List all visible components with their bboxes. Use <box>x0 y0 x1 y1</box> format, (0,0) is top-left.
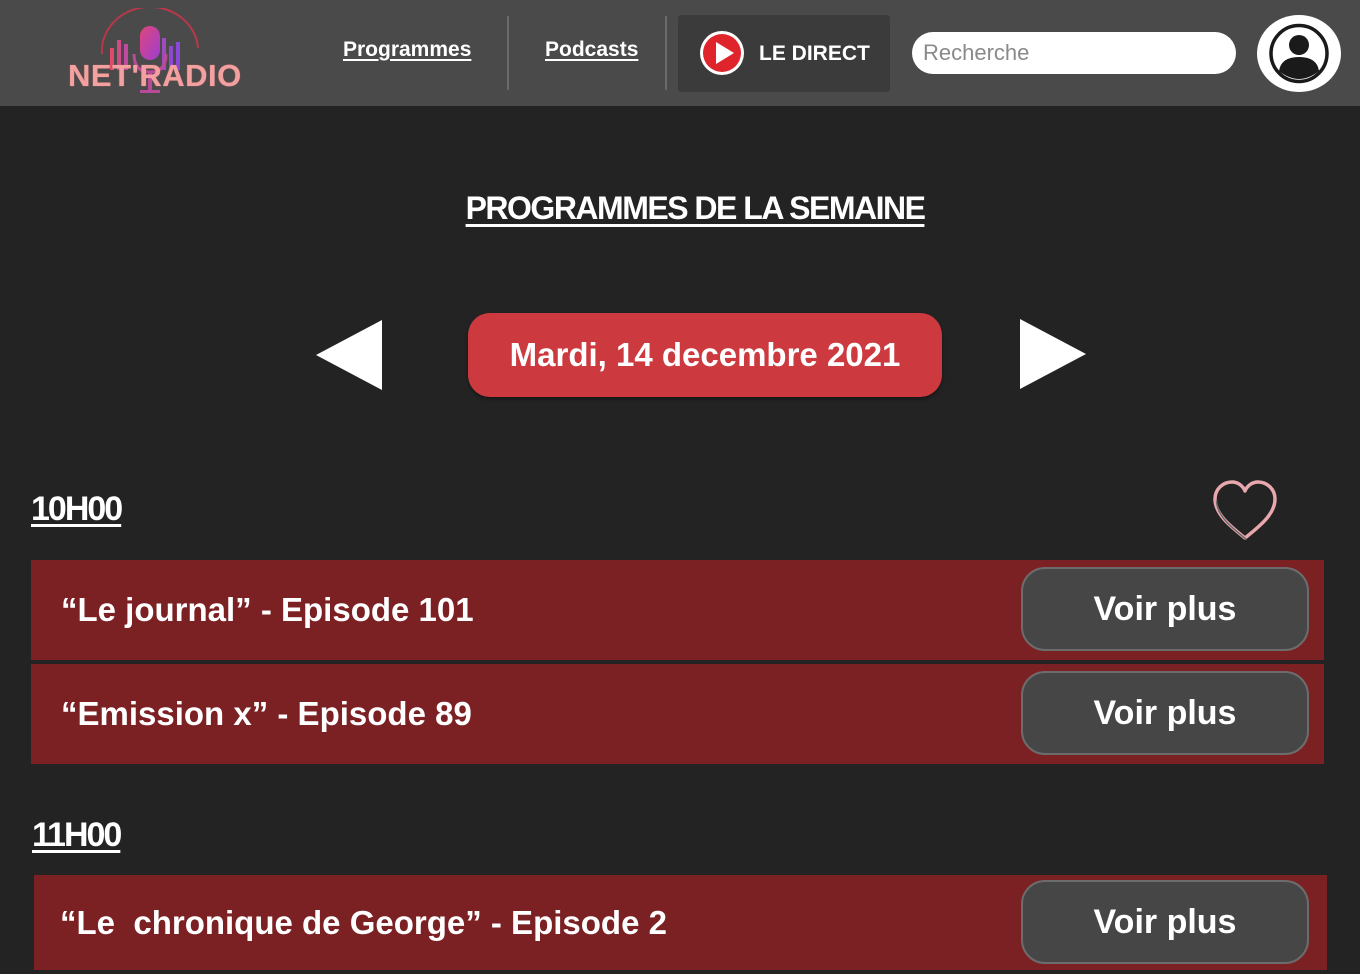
user-icon <box>1257 15 1341 92</box>
top-navigation-bar: NET'RADIO Programmes Podcasts LE DIRECT <box>0 0 1360 106</box>
program-title: “Le chronique de George” - Episode 2 <box>60 903 667 941</box>
selected-date-button[interactable]: Mardi, 14 decembre 2021 <box>468 313 942 397</box>
user-account-button[interactable] <box>1257 15 1341 92</box>
voir-plus-button[interactable]: Voir plus <box>1021 671 1309 755</box>
program-row: “Emission x” - Episode 89 Voir plus <box>31 664 1324 764</box>
time-slot-label: 11H00 <box>32 816 122 854</box>
search-input[interactable] <box>912 32 1236 74</box>
previous-day-arrow-icon[interactable] <box>316 320 382 390</box>
program-title: “Le journal” - Episode 101 <box>61 591 474 628</box>
next-day-arrow-icon[interactable] <box>1020 319 1086 389</box>
page-title: PROGRAMMES DE LA SEMAINE <box>465 190 926 226</box>
nav-programmes-link[interactable]: Programmes <box>343 38 471 62</box>
nav-podcasts-link[interactable]: Podcasts <box>545 38 638 62</box>
time-slot-label: 10H00 <box>31 490 123 528</box>
nav-divider <box>665 16 667 90</box>
play-icon <box>700 31 744 75</box>
program-row: “Le chronique de George” - Episode 2 Voi… <box>34 875 1327 970</box>
voir-plus-button[interactable]: Voir plus <box>1021 880 1309 964</box>
live-button[interactable]: LE DIRECT <box>678 15 890 92</box>
live-label: LE DIRECT <box>759 42 870 65</box>
logo-text: NET'RADIO <box>68 58 242 93</box>
heart-icon[interactable] <box>1210 478 1280 542</box>
program-title: “Emission x” - Episode 89 <box>61 695 472 732</box>
site-logo[interactable]: NET'RADIO <box>62 8 252 100</box>
program-row: “Le journal” - Episode 101 Voir plus <box>31 560 1324 660</box>
voir-plus-button[interactable]: Voir plus <box>1021 567 1309 651</box>
nav-divider <box>507 16 509 90</box>
